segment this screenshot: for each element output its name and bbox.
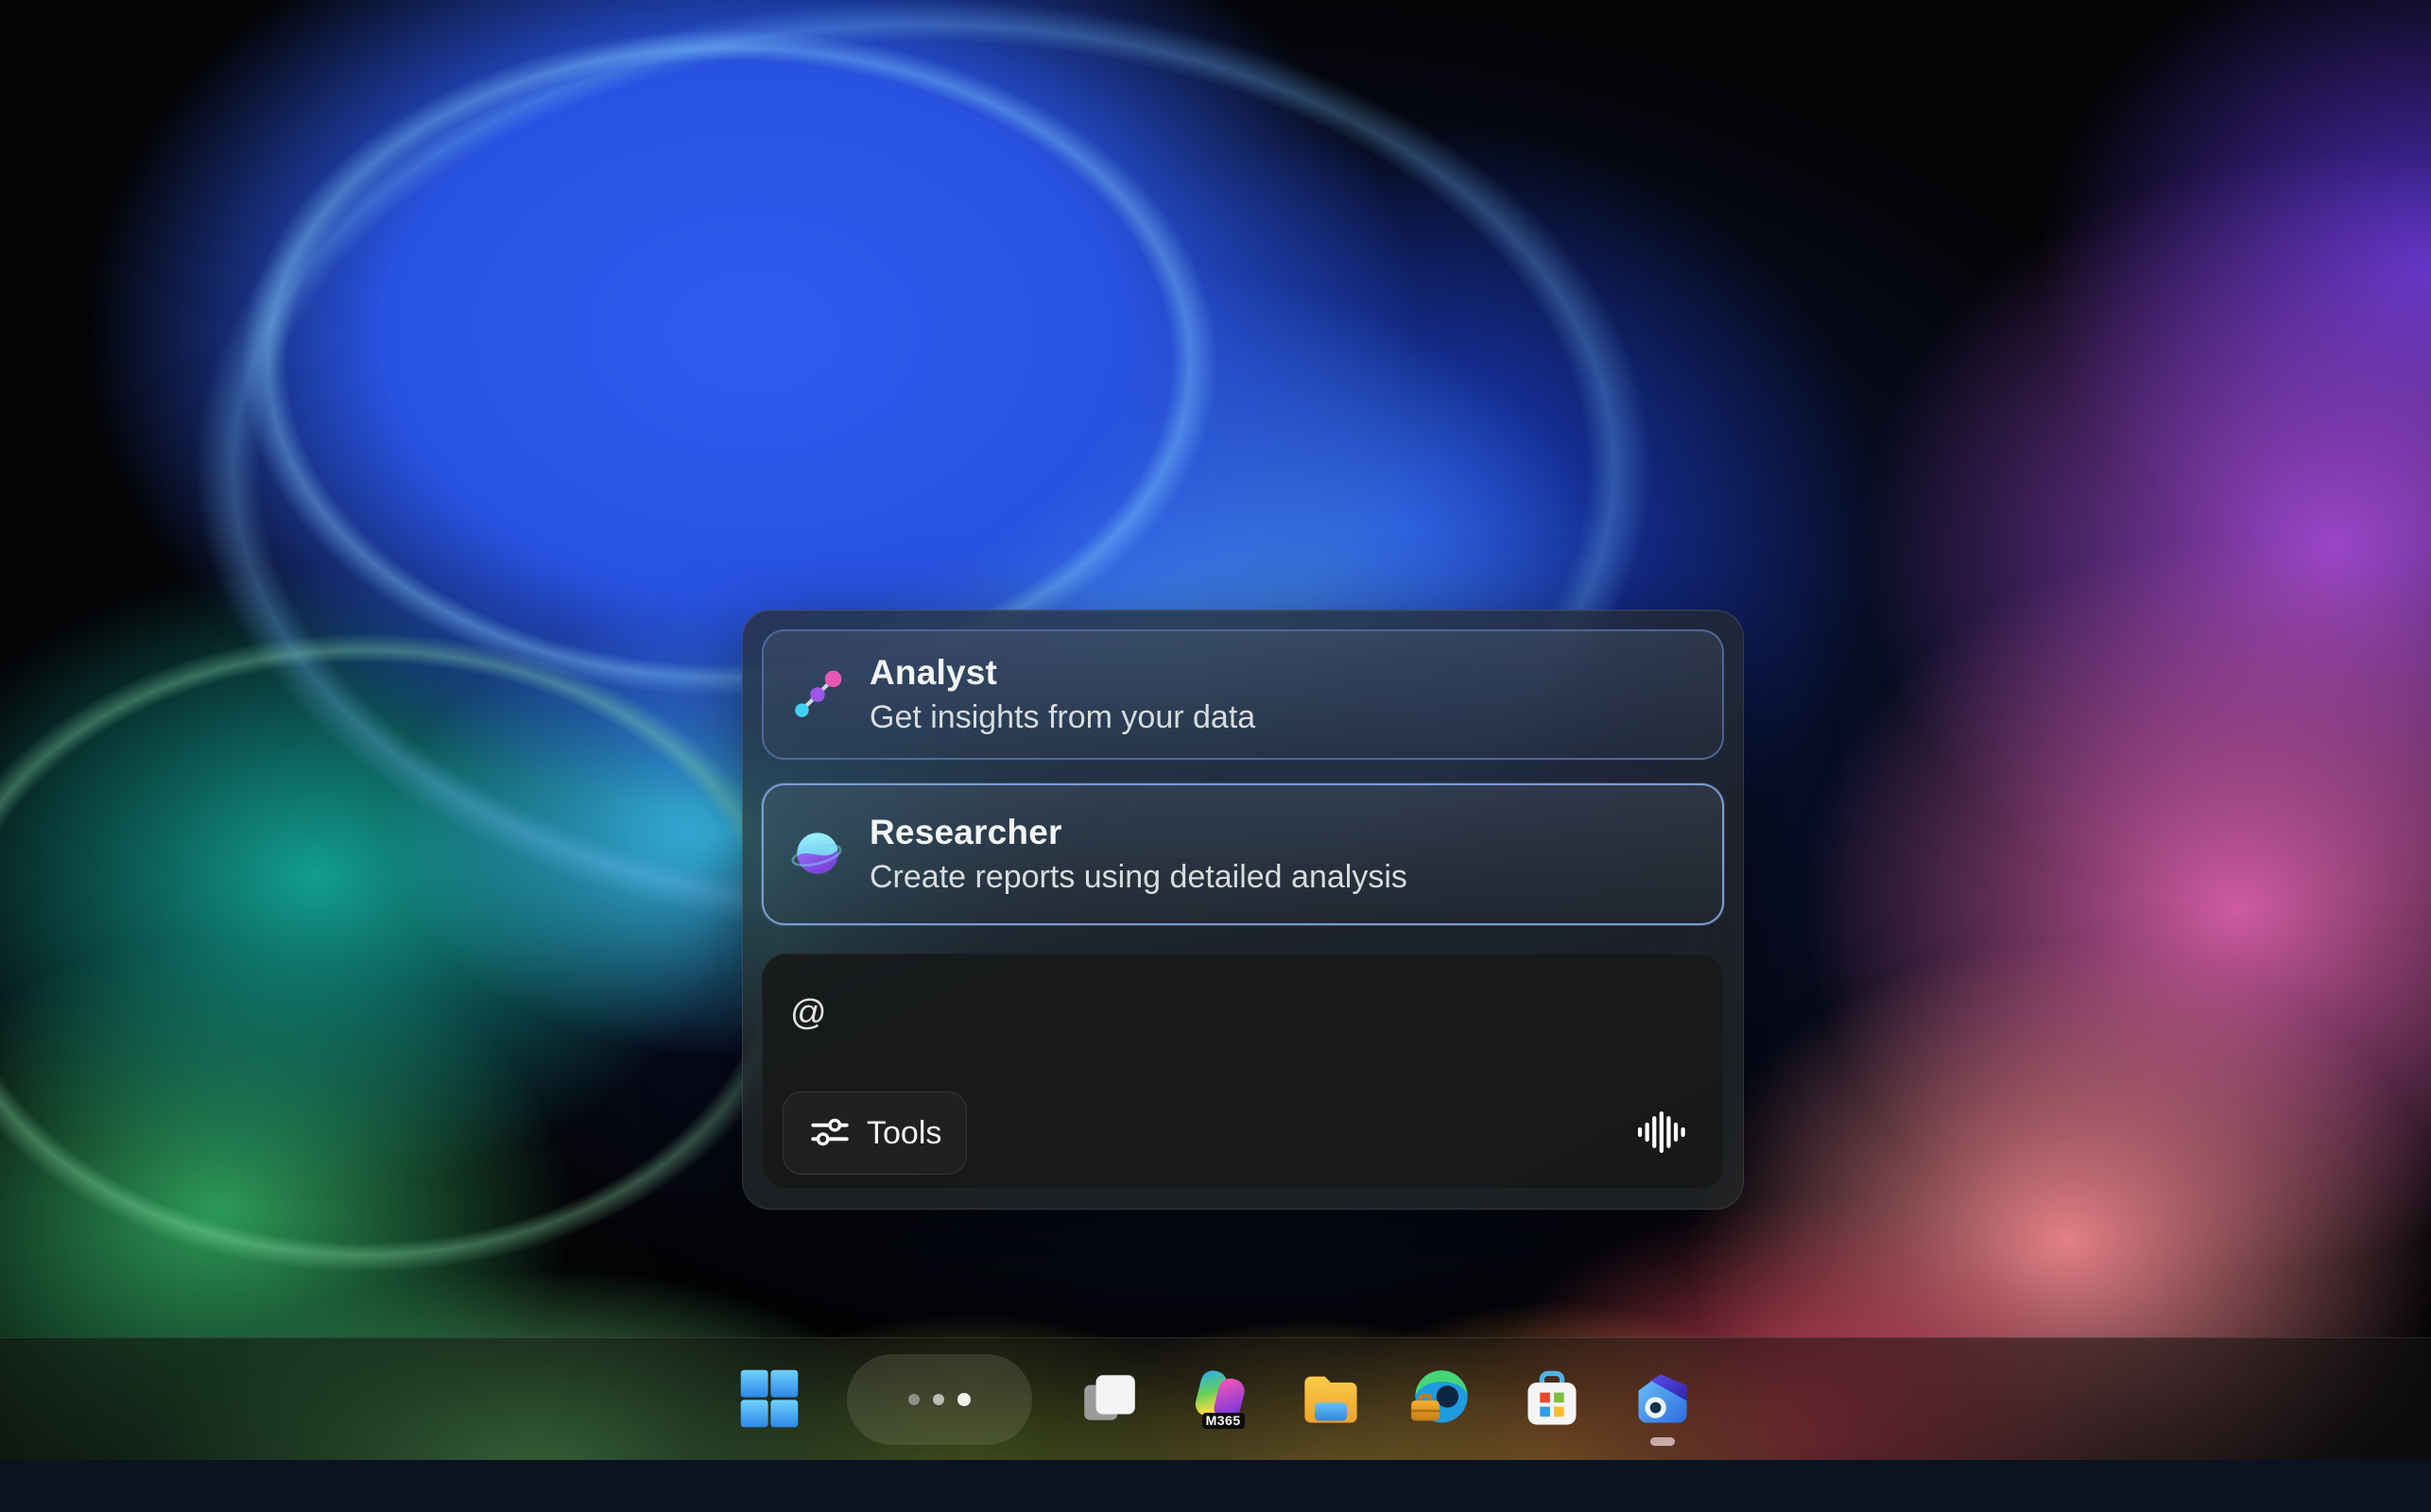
task-view-icon xyxy=(1078,1367,1141,1433)
tools-label: Tools xyxy=(867,1115,941,1152)
running-indicator xyxy=(1650,1437,1675,1446)
camera-app-icon xyxy=(1630,1366,1695,1434)
edge-work-button[interactable] xyxy=(1408,1366,1474,1433)
researcher-planet-icon xyxy=(790,827,845,882)
edge-briefcase-icon xyxy=(1409,1366,1474,1434)
windows-start-icon xyxy=(738,1367,801,1433)
analyst-scatter-icon xyxy=(790,667,845,722)
copilot-flyout: Analyst Get insights from your data xyxy=(742,610,1744,1210)
agent-text: Analyst Get insights from your data xyxy=(870,653,1255,736)
taskbar: M365 xyxy=(0,1337,2431,1461)
store-bag-icon xyxy=(1520,1366,1584,1434)
desktop: Analyst Get insights from your data xyxy=(0,0,2431,1512)
task-view-button[interactable] xyxy=(1077,1366,1143,1433)
voice-waveform-icon[interactable] xyxy=(1629,1101,1692,1163)
sliders-icon xyxy=(808,1112,852,1155)
three-dots-icon xyxy=(908,1393,971,1406)
folder-icon xyxy=(1299,1366,1363,1434)
microsoft-store-button[interactable] xyxy=(1519,1366,1585,1433)
agent-option-analyst[interactable]: Analyst Get insights from your data xyxy=(762,629,1724,760)
m365-badge: M365 xyxy=(1202,1413,1245,1429)
agent-description: Create reports using detailed analysis xyxy=(870,859,1407,896)
agent-description: Get insights from your data xyxy=(870,699,1255,736)
camera-app-button[interactable] xyxy=(1629,1366,1696,1433)
prompt-composer[interactable]: @ Tools xyxy=(762,954,1724,1190)
letterbox-strip xyxy=(0,1460,2431,1512)
m365-copilot-button[interactable]: M365 xyxy=(1187,1366,1253,1433)
tools-button[interactable]: Tools xyxy=(783,1091,967,1175)
start-button[interactable] xyxy=(736,1366,802,1433)
agent-title: Analyst xyxy=(870,653,1255,693)
agent-title: Researcher xyxy=(870,813,1407,852)
agent-text: Researcher Create reports using detailed… xyxy=(870,813,1407,896)
file-explorer-button[interactable] xyxy=(1298,1366,1364,1433)
copilot-typing-pill[interactable] xyxy=(847,1354,1032,1445)
agent-option-researcher[interactable]: Researcher Create reports using detailed… xyxy=(762,783,1724,925)
prompt-input[interactable]: @ xyxy=(790,993,827,1034)
